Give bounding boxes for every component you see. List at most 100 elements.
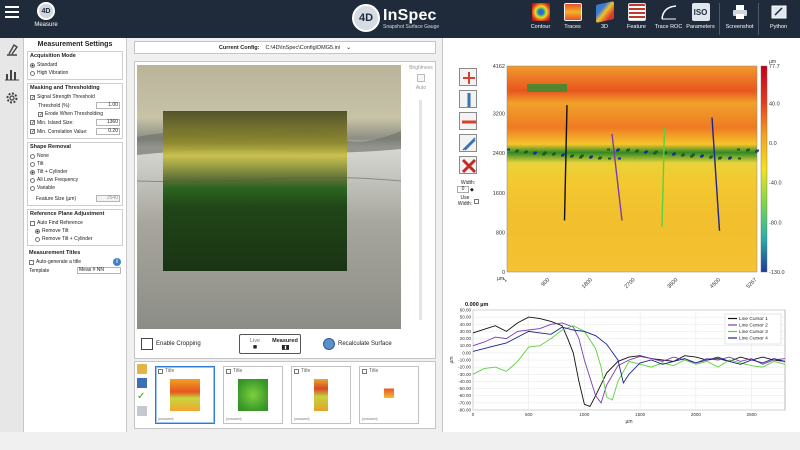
auto-brightness-checkbox[interactable] bbox=[417, 74, 425, 82]
screenshot-button[interactable]: Screenshot bbox=[724, 3, 755, 35]
measured-option[interactable]: Measured ▮▯▮ bbox=[270, 335, 300, 353]
use-width-checkbox[interactable] bbox=[474, 198, 479, 204]
trace-roc-button[interactable]: Trace ROC bbox=[653, 3, 684, 35]
auto-find-checkbox[interactable]: Auto Find Reference bbox=[30, 219, 120, 227]
enable-cropping-button[interactable]: Enable Cropping bbox=[141, 338, 201, 350]
height-map-chart[interactable]: 4162 3200 2400 1600 800 0 µm 1 900 1800 2700 3600 45… bbox=[489, 54, 800, 316]
height-map-svg[interactable]: 41623200240016008000µm1 900 1800 2700 3600 45… bbox=[489, 54, 800, 316]
height-map-speckle bbox=[618, 157, 621, 160]
checkbox-checked-icon[interactable]: ✓ bbox=[30, 129, 35, 135]
measure-button[interactable]: 4D Measure bbox=[26, 2, 66, 28]
3d-button[interactable]: 3D bbox=[589, 1, 620, 35]
live-measured-toggle[interactable]: Live ■ Measured ▮▯▮ bbox=[239, 334, 301, 354]
radio-icon bbox=[30, 177, 35, 183]
template-label: Template bbox=[29, 267, 50, 274]
gear-icon[interactable] bbox=[0, 86, 24, 110]
microscope-icon[interactable] bbox=[0, 38, 24, 62]
hamburger-menu-icon[interactable] bbox=[2, 2, 22, 22]
save-icon[interactable] bbox=[137, 378, 147, 388]
live-option[interactable]: Live ■ bbox=[240, 335, 270, 353]
camera-image[interactable] bbox=[137, 65, 401, 329]
profile-chart[interactable]: 0.000 µm 60.00 50.00 40.00 30.00 20.00 10.00 0.… bbox=[443, 300, 800, 430]
vertical-cursor-icon[interactable] bbox=[459, 90, 477, 108]
thumb-caption: (unsaved) bbox=[362, 417, 378, 421]
gallery-thumb-3[interactable]: Title (unsaved) bbox=[291, 366, 351, 424]
info-icon[interactable]: i bbox=[113, 258, 121, 266]
shape-removal-group: Shape Removal None Tilt Tilt + Cylinder … bbox=[27, 142, 123, 206]
stepper-icon[interactable]: ◆ bbox=[470, 187, 474, 193]
height-map-speckle bbox=[755, 150, 758, 153]
auto-title-checkbox[interactable]: Auto-generate a title i bbox=[29, 258, 121, 266]
height-map-speckle bbox=[672, 153, 675, 156]
template-input[interactable]: Meas # NN bbox=[77, 267, 121, 274]
python-button[interactable]: Python bbox=[763, 3, 794, 35]
profile-y-tick: -60.00 bbox=[458, 393, 471, 398]
brightness-slider[interactable] bbox=[419, 100, 422, 320]
option-label: All Low Frequency bbox=[37, 177, 79, 183]
signal-strength-checkbox[interactable]: ✓ Signal Strength Threshold bbox=[30, 93, 120, 101]
thumb-image bbox=[314, 379, 328, 411]
checkbox-checked-icon[interactable]: ✓ bbox=[30, 120, 35, 126]
height-map-speckle bbox=[718, 157, 721, 160]
island-size-input[interactable]: 1360 bbox=[96, 119, 120, 126]
radio-all-low-frequency[interactable]: All Low Frequency bbox=[30, 176, 120, 184]
radio-remove-tilt-cylinder[interactable]: Remove Tilt + Cylinder bbox=[30, 235, 120, 243]
gallery-thumb-2[interactable]: Title (unsaved) bbox=[223, 366, 283, 424]
config-dropdown[interactable]: Current Config: C:\4D\InSpec\Config\DMG5… bbox=[134, 41, 436, 54]
horizontal-cursor-icon[interactable] bbox=[459, 112, 477, 130]
traces-button[interactable]: Traces bbox=[557, 3, 588, 35]
height-map-speckle bbox=[598, 157, 601, 160]
radio-none[interactable]: None bbox=[30, 152, 120, 160]
profile-svg[interactable]: 0.000 µm60.0050.0040.0030.0020.0010.000.… bbox=[443, 300, 800, 430]
titles-title: Measurement Titles bbox=[29, 250, 81, 256]
checkbox-icon[interactable] bbox=[294, 368, 299, 374]
folder-open-icon[interactable] bbox=[137, 364, 147, 374]
checkbox-icon[interactable] bbox=[226, 368, 231, 374]
radio-variable[interactable]: Variable bbox=[30, 184, 120, 192]
feature-size-input[interactable]: 2540 bbox=[96, 195, 120, 202]
bar-chart-icon[interactable] bbox=[0, 62, 24, 86]
radio-remove-tilt[interactable]: Remove Tilt bbox=[30, 227, 120, 235]
colorbar-tick: -40.0 bbox=[769, 181, 782, 187]
crop-region-overlay[interactable] bbox=[163, 111, 347, 271]
parameters-button[interactable]: ISO Parameters bbox=[685, 3, 716, 35]
height-map-speckle bbox=[607, 148, 610, 151]
island-row: ✓ Min. Island Size: 1360 bbox=[30, 118, 120, 127]
checkbox-icon[interactable] bbox=[158, 368, 163, 374]
auto-label: Auto bbox=[415, 85, 427, 91]
recalculate-surface-button[interactable]: Recalculate Surface bbox=[323, 338, 392, 350]
radio-standard[interactable]: Standard bbox=[30, 61, 120, 69]
gallery-thumb-1[interactable]: Title (unsaved) bbox=[155, 366, 215, 424]
3d-label: 3D bbox=[600, 24, 609, 30]
contour-label: Contour bbox=[530, 24, 551, 30]
radio-tilt-cylinder[interactable]: Tilt + Cylinder bbox=[30, 168, 120, 176]
width-controls: Width: 0 ◆ Use Width: bbox=[457, 180, 479, 207]
height-map-speckle bbox=[527, 84, 567, 92]
gallery-thumb-4[interactable]: Title (unsaved) bbox=[359, 366, 419, 424]
colorbar-tick: 77.7 bbox=[769, 64, 780, 70]
reference-plane-group: Reference Plane Adjustment Auto Find Ref… bbox=[27, 209, 123, 246]
feature-button[interactable]: Feature bbox=[621, 3, 652, 35]
radio-high-vibration[interactable]: High Vibration bbox=[30, 69, 120, 77]
height-map-speckle bbox=[552, 153, 555, 156]
width-input[interactable]: 0 bbox=[457, 186, 469, 193]
erode-checkbox[interactable]: ✓ Erode When Thresholding bbox=[30, 110, 120, 118]
screenshot-label: Screenshot bbox=[725, 24, 754, 30]
height-map-speckle bbox=[524, 151, 527, 154]
measure-label: Measure bbox=[34, 22, 58, 28]
correlation-row: ✓ Min. Correlation Value: 0.20 bbox=[30, 127, 120, 136]
add-cursor-icon[interactable] bbox=[459, 68, 477, 86]
threshold-input[interactable]: 1.00 bbox=[96, 102, 120, 109]
trash-icon[interactable] bbox=[137, 406, 147, 416]
feature-size-row: Feature Size (µm) 2540 bbox=[30, 194, 120, 203]
correlation-input[interactable]: 0.20 bbox=[96, 128, 120, 135]
checkbox-icon[interactable] bbox=[362, 368, 367, 374]
diagonal-cursor-icon[interactable] bbox=[459, 134, 477, 152]
delete-cursor-icon[interactable] bbox=[459, 156, 477, 174]
contour-button[interactable]: Contour bbox=[525, 3, 556, 35]
profile-y-tick: -50.00 bbox=[458, 386, 471, 391]
radio-tilt[interactable]: Tilt bbox=[30, 160, 120, 168]
reference-title: Reference Plane Adjustment bbox=[30, 211, 105, 217]
profile-x-tick: 500 bbox=[525, 412, 533, 417]
check-icon[interactable]: ✓ bbox=[137, 392, 147, 402]
